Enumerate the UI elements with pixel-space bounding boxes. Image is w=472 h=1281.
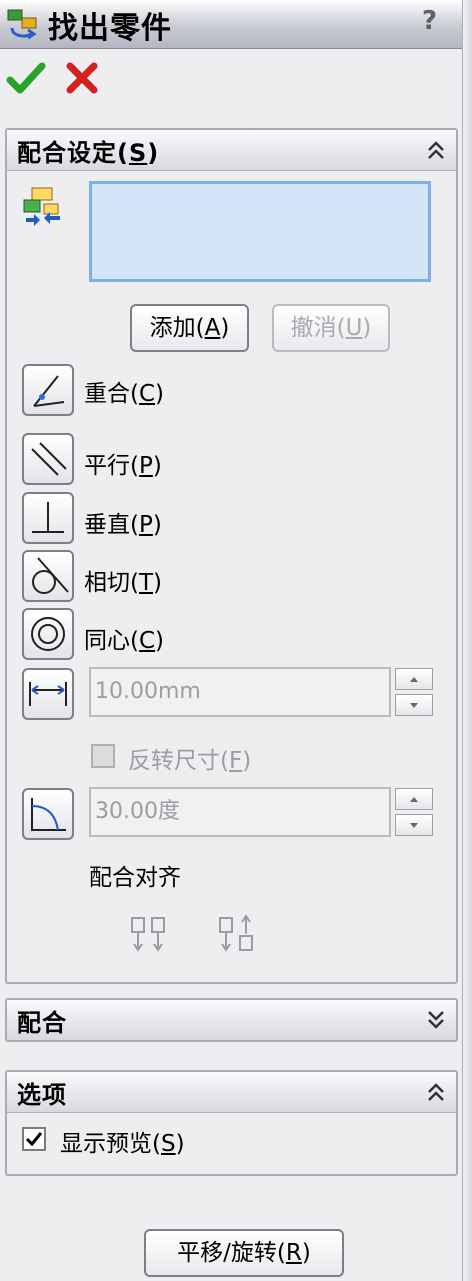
- parallel-label: 平行(P): [84, 453, 162, 479]
- checkmark-icon: [6, 62, 46, 94]
- tangent-button[interactable]: [22, 550, 74, 602]
- distance-button[interactable]: [22, 668, 74, 720]
- mates-group[interactable]: 配合: [5, 998, 458, 1042]
- angle-input[interactable]: 30.00度: [89, 787, 391, 837]
- add-button[interactable]: 添加(A): [130, 304, 249, 352]
- show-preview-label: 显示预览(S): [60, 1131, 185, 1157]
- arrow-down-icon: [410, 703, 418, 708]
- angle-spin-down[interactable]: [395, 814, 433, 836]
- arrow-down-icon: [410, 823, 418, 828]
- arrow-up-icon: [410, 677, 418, 682]
- perpendicular-icon: [32, 502, 64, 533]
- perpendicular-button[interactable]: [22, 492, 74, 544]
- anti-aligned-icon[interactable]: [214, 912, 260, 958]
- mate-selection-icon: [23, 187, 60, 226]
- collapse-up-icon[interactable]: [426, 1080, 446, 1104]
- tangent-label: 相切(T): [84, 570, 163, 596]
- distance-spin-down[interactable]: [395, 694, 433, 716]
- options-title: 选项: [17, 1081, 67, 1109]
- mates-title: 配合: [17, 1009, 67, 1037]
- concentric-button[interactable]: [22, 608, 74, 660]
- arrow-up-icon: [410, 797, 418, 802]
- help-button[interactable]: ?: [422, 6, 437, 36]
- angle-button[interactable]: [22, 788, 74, 840]
- options-header[interactable]: 选项: [7, 1072, 456, 1113]
- undo-button[interactable]: 撤消(U): [272, 304, 390, 352]
- show-preview-checkbox[interactable]: [22, 1127, 46, 1151]
- options-group: 选项: [5, 1070, 458, 1176]
- angle-icon: [31, 798, 66, 831]
- collapse-up-icon[interactable]: [426, 138, 446, 162]
- perpendicular-label: 垂直(P): [84, 512, 162, 538]
- parallel-button[interactable]: [22, 433, 74, 485]
- flip-dimension-checkbox[interactable]: [91, 744, 115, 768]
- distance-input[interactable]: 10.00mm: [89, 667, 391, 717]
- panel-title: 找出零件: [48, 11, 172, 46]
- checkmark-icon: [25, 1132, 43, 1147]
- cross-icon: [66, 62, 98, 94]
- title-bar: 找出零件 ?: [0, 0, 472, 49]
- mates-header[interactable]: 配合: [7, 1000, 456, 1040]
- mate-settings-header[interactable]: 配合设定(S): [7, 130, 456, 171]
- coincident-button[interactable]: [22, 364, 74, 416]
- distance-spin-up[interactable]: [395, 668, 433, 690]
- coincident-icon: [33, 375, 65, 407]
- find-part-icon: [7, 9, 37, 40]
- expand-down-icon[interactable]: [426, 1008, 446, 1032]
- cancel-button[interactable]: [62, 58, 102, 98]
- coincident-label: 重合(C): [84, 381, 165, 407]
- aligned-icon[interactable]: [126, 912, 172, 958]
- mate-alignment-label: 配合对齐: [89, 865, 181, 891]
- concentric-label: 同心(C): [84, 628, 165, 654]
- parallel-icon: [31, 442, 67, 476]
- flip-dimension-label: 反转尺寸(F): [128, 748, 252, 774]
- ok-button[interactable]: [6, 58, 46, 98]
- tangent-icon: [32, 557, 69, 594]
- mate-selection-box[interactable]: [89, 181, 431, 282]
- pan-rotate-button[interactable]: 平移/旋转(R): [144, 1229, 344, 1277]
- angle-spin-up[interactable]: [395, 788, 433, 810]
- mate-settings-title: 配合设定(S): [17, 139, 160, 167]
- distance-icon: [29, 682, 67, 706]
- panel-splitter[interactable]: [462, 0, 472, 1281]
- concentric-icon: [31, 617, 65, 651]
